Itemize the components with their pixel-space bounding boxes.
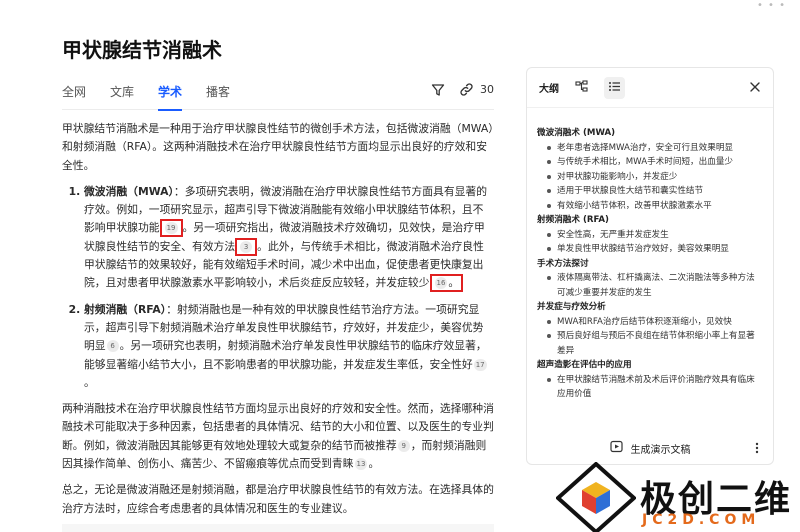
outline-section-title[interactable]: 手术方法探讨 [537, 257, 763, 272]
outline-section-title[interactable]: 微波消融术 (MWA) [537, 126, 763, 141]
outline-panel: 大纲 微波消融术 (MWA) 老年患者选择MWA治疗，安全可行且效果明显 与传统… [526, 67, 774, 465]
citation-badge[interactable]: 19 [164, 222, 178, 235]
tab-bar: 全网 文库 学术 播客 30 [62, 80, 494, 111]
text-span: 。 [84, 375, 95, 389]
mindmap-icon [575, 79, 588, 96]
citation-badge[interactable]: 13 [354, 458, 368, 471]
citation-badge[interactable]: 17 [473, 358, 487, 371]
generate-presentation-label: 生成演示文稿 [630, 444, 691, 456]
technique-list: 微波消融（MWA）：多项研究表明，微波消融在治疗甲状腺良性结节方面具有显著的疗效… [62, 183, 494, 392]
outline-item[interactable]: 单发良性甲状腺结节治疗效好，美容效果明显 [547, 242, 763, 257]
outline-item[interactable]: 与传统手术相比，MWA手术时间短，出血量少 [547, 155, 763, 170]
window-menu-dots[interactable]: • • • [757, 0, 786, 11]
panel-header: 大纲 [527, 68, 773, 108]
outline-list: 微波消融术 (MWA) 老年患者选择MWA治疗，安全可行且效果明显 与传统手术相… [527, 108, 773, 402]
term-rfa: 射频消融（RFA） [84, 302, 167, 316]
highlight-box: 16。 [429, 274, 464, 293]
tab-podcast[interactable]: 播客 [206, 80, 230, 110]
highlight-box: 19 [159, 219, 183, 238]
page-title: 甲状腺结节消融术 [62, 38, 222, 62]
more-icon [755, 442, 759, 457]
mindmap-button[interactable] [575, 79, 588, 96]
watermark: 极创二维 JC2D.COM [556, 462, 800, 532]
outline-item[interactable]: 适用于甲状腺良性大结节和囊实性结节 [547, 184, 763, 199]
highlight-box: 3 [235, 237, 258, 256]
slides-icon [609, 440, 623, 456]
list-icon [608, 80, 621, 96]
close-icon [749, 78, 761, 97]
outline-item[interactable]: MWA和RFA治疗后结节体积逐渐缩小，见效快 [547, 315, 763, 330]
outline-section-title[interactable]: 并发症与疗效分析 [537, 300, 763, 315]
tab-academic[interactable]: 学术 [158, 80, 183, 111]
filter-icon [431, 83, 445, 97]
text-span: 。另一项研究也表明，射频消融术治疗单发良性甲状腺结节的临床疗效显著，能够显著缩小… [84, 339, 487, 371]
comparison-paragraph: 两种消融技术在治疗甲状腺良性结节方面均显示出良好的疗效和安全性。然而，选择哪种消… [62, 400, 494, 473]
generate-presentation-button[interactable]: 生成演示文稿 [527, 432, 773, 464]
tab-all-web[interactable]: 全网 [62, 80, 86, 110]
scroll-fade [62, 524, 494, 532]
outline-item[interactable]: 预后良好组与预后不良组在结节体积缩小率上有显著差异 [547, 329, 763, 358]
outline-item[interactable]: 液体隔离带法、杠杆撬离法、二次消融法等多种方法可减少重要并发症的发生 [547, 271, 763, 300]
panel-tab-outline[interactable]: 大纲 [539, 80, 559, 95]
outline-item[interactable]: 对甲状腺功能影响小，并发症少 [547, 170, 763, 185]
article-body: 甲状腺结节消融术是一种用于治疗甲状腺良性结节的微创手术方法，包括微波消融（MWA… [62, 120, 494, 518]
outline-item[interactable]: 老年患者选择MWA治疗，安全可行且效果明显 [547, 141, 763, 156]
filter-button[interactable] [431, 83, 445, 97]
sources-button[interactable]: 30 [459, 82, 494, 97]
list-item-rfa: 射频消融（RFA）：射频消融也是一种有效的甲状腺良性结节治疗方法。一项研究显示，… [84, 301, 494, 392]
tab-library[interactable]: 文库 [110, 80, 134, 110]
outline-section-title[interactable]: 超声造影在评估中的应用 [537, 358, 763, 373]
citation-badge[interactable]: 16 [434, 277, 448, 290]
link-icon [459, 82, 474, 97]
more-options-button[interactable] [755, 442, 759, 457]
source-count: 30 [480, 83, 494, 96]
close-button[interactable] [749, 78, 761, 97]
outline-item[interactable]: 有效缩小结节体积，改善甲状腺激素水平 [547, 199, 763, 214]
outline-section-title[interactable]: 射频消融术 (RFA) [537, 213, 763, 228]
watermark-url: JC2D.COM [642, 512, 761, 528]
main-content: 甲状腺结节消融术 全网 文库 学术 播客 30 甲状腺结节消融术是一种用于治疗甲… [62, 36, 494, 526]
citation-badge[interactable]: 3 [240, 240, 253, 253]
outline-item[interactable]: 在甲状腺结节消融术前及术后评价消融疗效具有临床应用价值 [547, 373, 763, 402]
conclusion-paragraph: 总之，无论是微波消融还是射频消融，都是治疗甲状腺良性结节的有效方法。在选择具体的… [62, 483, 494, 515]
intro-paragraph: 甲状腺结节消融术是一种用于治疗甲状腺良性结节的微创手术方法，包括微波消融（MWA… [62, 122, 494, 172]
text-span: 。 [368, 457, 380, 471]
list-item-mwa: 微波消融（MWA）：多项研究表明，微波消融在治疗甲状腺良性结节方面具有显著的疗效… [84, 183, 494, 293]
text-span: 。 [448, 276, 460, 290]
term-mwa: 微波消融（MWA） [84, 184, 174, 198]
citation-badge[interactable]: 6 [106, 340, 119, 353]
citation-badge[interactable]: 9 [397, 439, 410, 452]
list-view-button[interactable] [604, 76, 625, 99]
outline-item[interactable]: 安全性高，无严重并发症发生 [547, 228, 763, 243]
